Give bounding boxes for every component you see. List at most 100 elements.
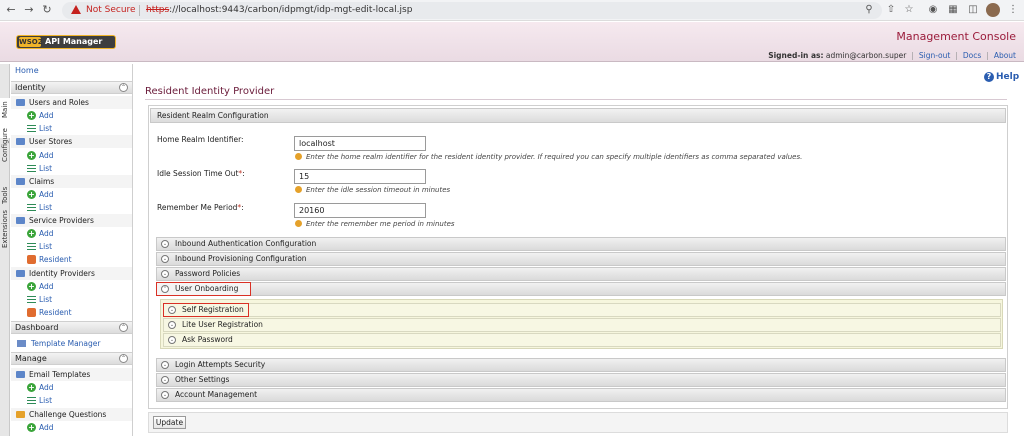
expand-icon: ⌄	[168, 336, 176, 344]
sidebar-email-list[interactable]: List	[11, 394, 132, 407]
section-login-attempts[interactable]: ⌄ Login Attempts Security	[156, 358, 1006, 372]
back-icon[interactable]: ←	[4, 3, 18, 17]
collapse-icon[interactable]: ⌃	[119, 83, 128, 92]
add-icon: +	[27, 383, 36, 392]
expand-icon: ⌄	[161, 255, 169, 263]
sidebar-idp-add[interactable]: + Add	[11, 280, 132, 293]
idle-timeout-input[interactable]	[294, 169, 426, 184]
list-icon	[27, 125, 36, 132]
zoom-icon[interactable]: ⚲	[862, 3, 876, 17]
section-inbound-provisioning[interactable]: ⌄ Inbound Provisioning Configuration	[156, 252, 1006, 266]
sidebar-section-dashboard[interactable]: Dashboard ⌃	[11, 321, 132, 334]
list-icon	[27, 397, 36, 404]
product-logo[interactable]: WSO2 API Manager	[16, 35, 116, 49]
extensions-icon[interactable]: ▦	[946, 3, 960, 17]
subsection-lite-user-registration[interactable]: ⌄ Lite User Registration	[163, 318, 1001, 332]
bookmark-star-icon[interactable]: ☆	[902, 3, 916, 17]
claims-icon	[16, 178, 25, 185]
sidebar-item-user-stores: User Stores	[11, 135, 132, 148]
sidebar: Home Identity ⌃ Users and Roles + Add List…	[11, 64, 133, 436]
challenge-icon	[16, 411, 25, 418]
title-divider	[145, 99, 1007, 100]
collapse-icon[interactable]: ⌃	[119, 354, 128, 363]
sidebar-sp-resident[interactable]: Resident	[11, 253, 132, 266]
forward-icon[interactable]: →	[22, 3, 36, 17]
sidebar-idp-resident[interactable]: Resident	[11, 306, 132, 319]
console-title: Management Console	[896, 30, 1016, 43]
sidebar-challenge-add[interactable]: + Add	[11, 421, 132, 434]
section-inbound-auth[interactable]: ⌄ Inbound Authentication Configuration	[156, 237, 1006, 251]
expand-icon: ⌄	[161, 270, 169, 278]
sidebar-userstores-list[interactable]: List	[11, 162, 132, 175]
remember-me-hint: Enter the remember me period in minutes	[295, 220, 455, 228]
url-path: ://localhost:9443/carbon/idpmgt/idp-mgt-…	[169, 5, 413, 15]
list-icon	[27, 296, 36, 303]
home-realm-label: Home Realm Identifier:	[157, 135, 244, 144]
sidebar-item-users-and-roles: Users and Roles	[11, 96, 132, 109]
share-icon[interactable]: ⇧	[884, 3, 898, 17]
signed-in-bar: Signed-in as: admin@carbon.super | Sign-ou…	[768, 51, 1016, 60]
sidebar-idp-list[interactable]: List	[11, 293, 132, 306]
home-realm-input[interactable]	[294, 136, 426, 151]
docs-link[interactable]: Docs	[963, 51, 981, 60]
section-user-onboarding[interactable]: ⌃ User Onboarding	[156, 282, 251, 296]
remember-me-input[interactable]	[294, 203, 426, 218]
sidebar-template-manager[interactable]: Template Manager	[11, 337, 132, 350]
sidepanel-icon[interactable]: ◫	[966, 3, 980, 17]
vertical-tabs: Main Configure Tools Extensions	[0, 64, 10, 436]
panel-title: Resident Realm Configuration	[150, 108, 1006, 123]
sidebar-section-identity[interactable]: Identity ⌃	[11, 81, 132, 94]
sidebar-users-add[interactable]: + Add	[11, 109, 132, 122]
sidebar-section-manage[interactable]: Manage ⌃	[11, 352, 132, 365]
profile-avatar[interactable]	[986, 3, 1000, 17]
section-account-management[interactable]: ⌄ Account Management	[156, 388, 1006, 402]
url-separator	[139, 5, 140, 16]
tab-extensions[interactable]: Extensions	[0, 208, 10, 252]
sidebar-claims-add[interactable]: + Add	[11, 188, 132, 201]
section-user-onboarding-bar	[156, 282, 1006, 296]
expand-icon: ⌄	[161, 240, 169, 248]
sidebar-item-challenge-questions: Challenge Questions	[11, 408, 132, 421]
signed-in-label: Signed-in as:	[768, 51, 824, 60]
sidebar-userstores-add[interactable]: + Add	[11, 149, 132, 162]
sign-out-link[interactable]: Sign-out	[919, 51, 951, 60]
subsection-ask-password[interactable]: ⌄ Ask Password	[163, 333, 1001, 347]
home-realm-hint: Enter the home realm identifier for the …	[295, 153, 802, 161]
template-icon	[17, 340, 26, 347]
subsection-self-registration-bar	[163, 303, 1001, 317]
idle-timeout-label: Idle Session Time Out*:	[157, 169, 245, 178]
section-password-policies[interactable]: ⌄ Password Policies	[156, 267, 1006, 281]
about-link[interactable]: About	[994, 51, 1016, 60]
not-secure-label: Not Secure	[86, 5, 136, 15]
warning-icon	[71, 5, 81, 14]
resident-icon	[27, 308, 36, 317]
camera-icon[interactable]: ◉	[926, 3, 940, 17]
users-icon	[16, 99, 25, 106]
add-icon: +	[27, 229, 36, 238]
sidebar-email-add[interactable]: + Add	[11, 381, 132, 394]
identity-providers-icon	[16, 270, 25, 277]
sidebar-sp-add[interactable]: + Add	[11, 227, 132, 240]
sidebar-home-link[interactable]: Home	[15, 66, 39, 75]
help-link[interactable]: ? Help	[984, 72, 1019, 82]
list-icon	[27, 243, 36, 250]
add-icon: +	[27, 111, 36, 120]
section-other-settings[interactable]: ⌄ Other Settings	[156, 373, 1006, 387]
reload-icon[interactable]: ↻	[40, 3, 54, 17]
resident-icon	[27, 255, 36, 264]
tab-configure[interactable]: Configure	[0, 126, 10, 170]
menu-icon[interactable]: ⋮	[1006, 3, 1020, 17]
subsection-self-registration[interactable]: ⌄ Self Registration	[163, 303, 249, 317]
sidebar-item-identity-providers: Identity Providers	[11, 267, 132, 280]
sidebar-claims-list[interactable]: List	[11, 201, 132, 214]
add-icon: +	[27, 282, 36, 291]
page-title: Resident Identity Provider	[145, 86, 275, 97]
collapse-icon[interactable]: ⌃	[119, 323, 128, 332]
collapse-icon: ⌃	[161, 285, 169, 293]
sidebar-users-list[interactable]: List	[11, 122, 132, 135]
update-button[interactable]: Update	[153, 416, 186, 429]
address-bar[interactable]: Not Secure https://localhost:9443/carbon…	[62, 2, 882, 19]
sidebar-sp-list[interactable]: List	[11, 240, 132, 253]
add-icon: +	[27, 423, 36, 432]
info-icon	[295, 186, 302, 193]
